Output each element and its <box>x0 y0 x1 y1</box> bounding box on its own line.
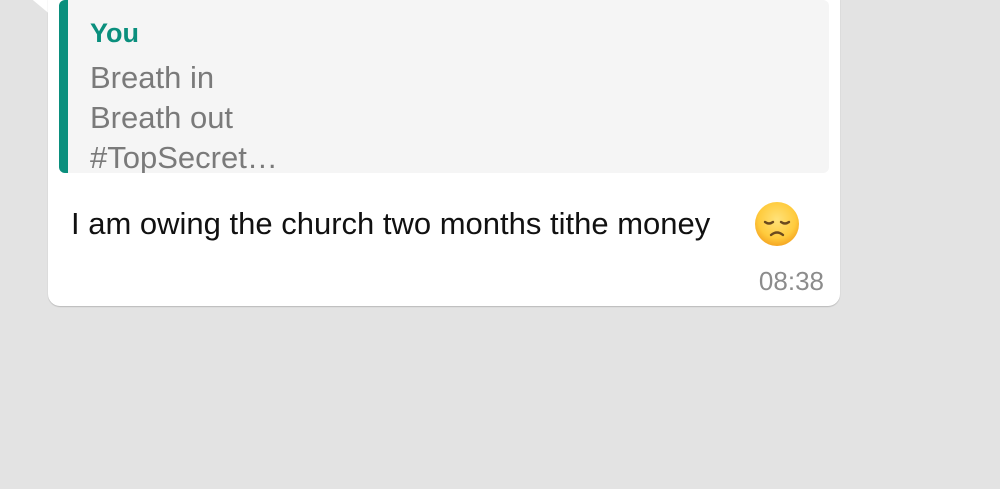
quote-line: Breath in <box>90 60 215 95</box>
quote-accent-bar <box>59 0 68 173</box>
quote-line: #TopSecret… <box>90 140 278 173</box>
pensive-face-icon <box>755 202 799 246</box>
message-text: I am owing the church two months tithe m… <box>71 206 711 241</box>
quoted-message[interactable]: You Breath in Breath out #TopSecret… <box>59 0 829 173</box>
message-bubble[interactable]: You Breath in Breath out #TopSecret… I a… <box>48 0 840 306</box>
quote-author: You <box>90 18 139 48</box>
message-timestamp: 08:38 <box>758 266 824 296</box>
chat-area: You Breath in Breath out #TopSecret… I a… <box>0 0 1000 489</box>
quote-line: Breath out <box>90 100 234 135</box>
